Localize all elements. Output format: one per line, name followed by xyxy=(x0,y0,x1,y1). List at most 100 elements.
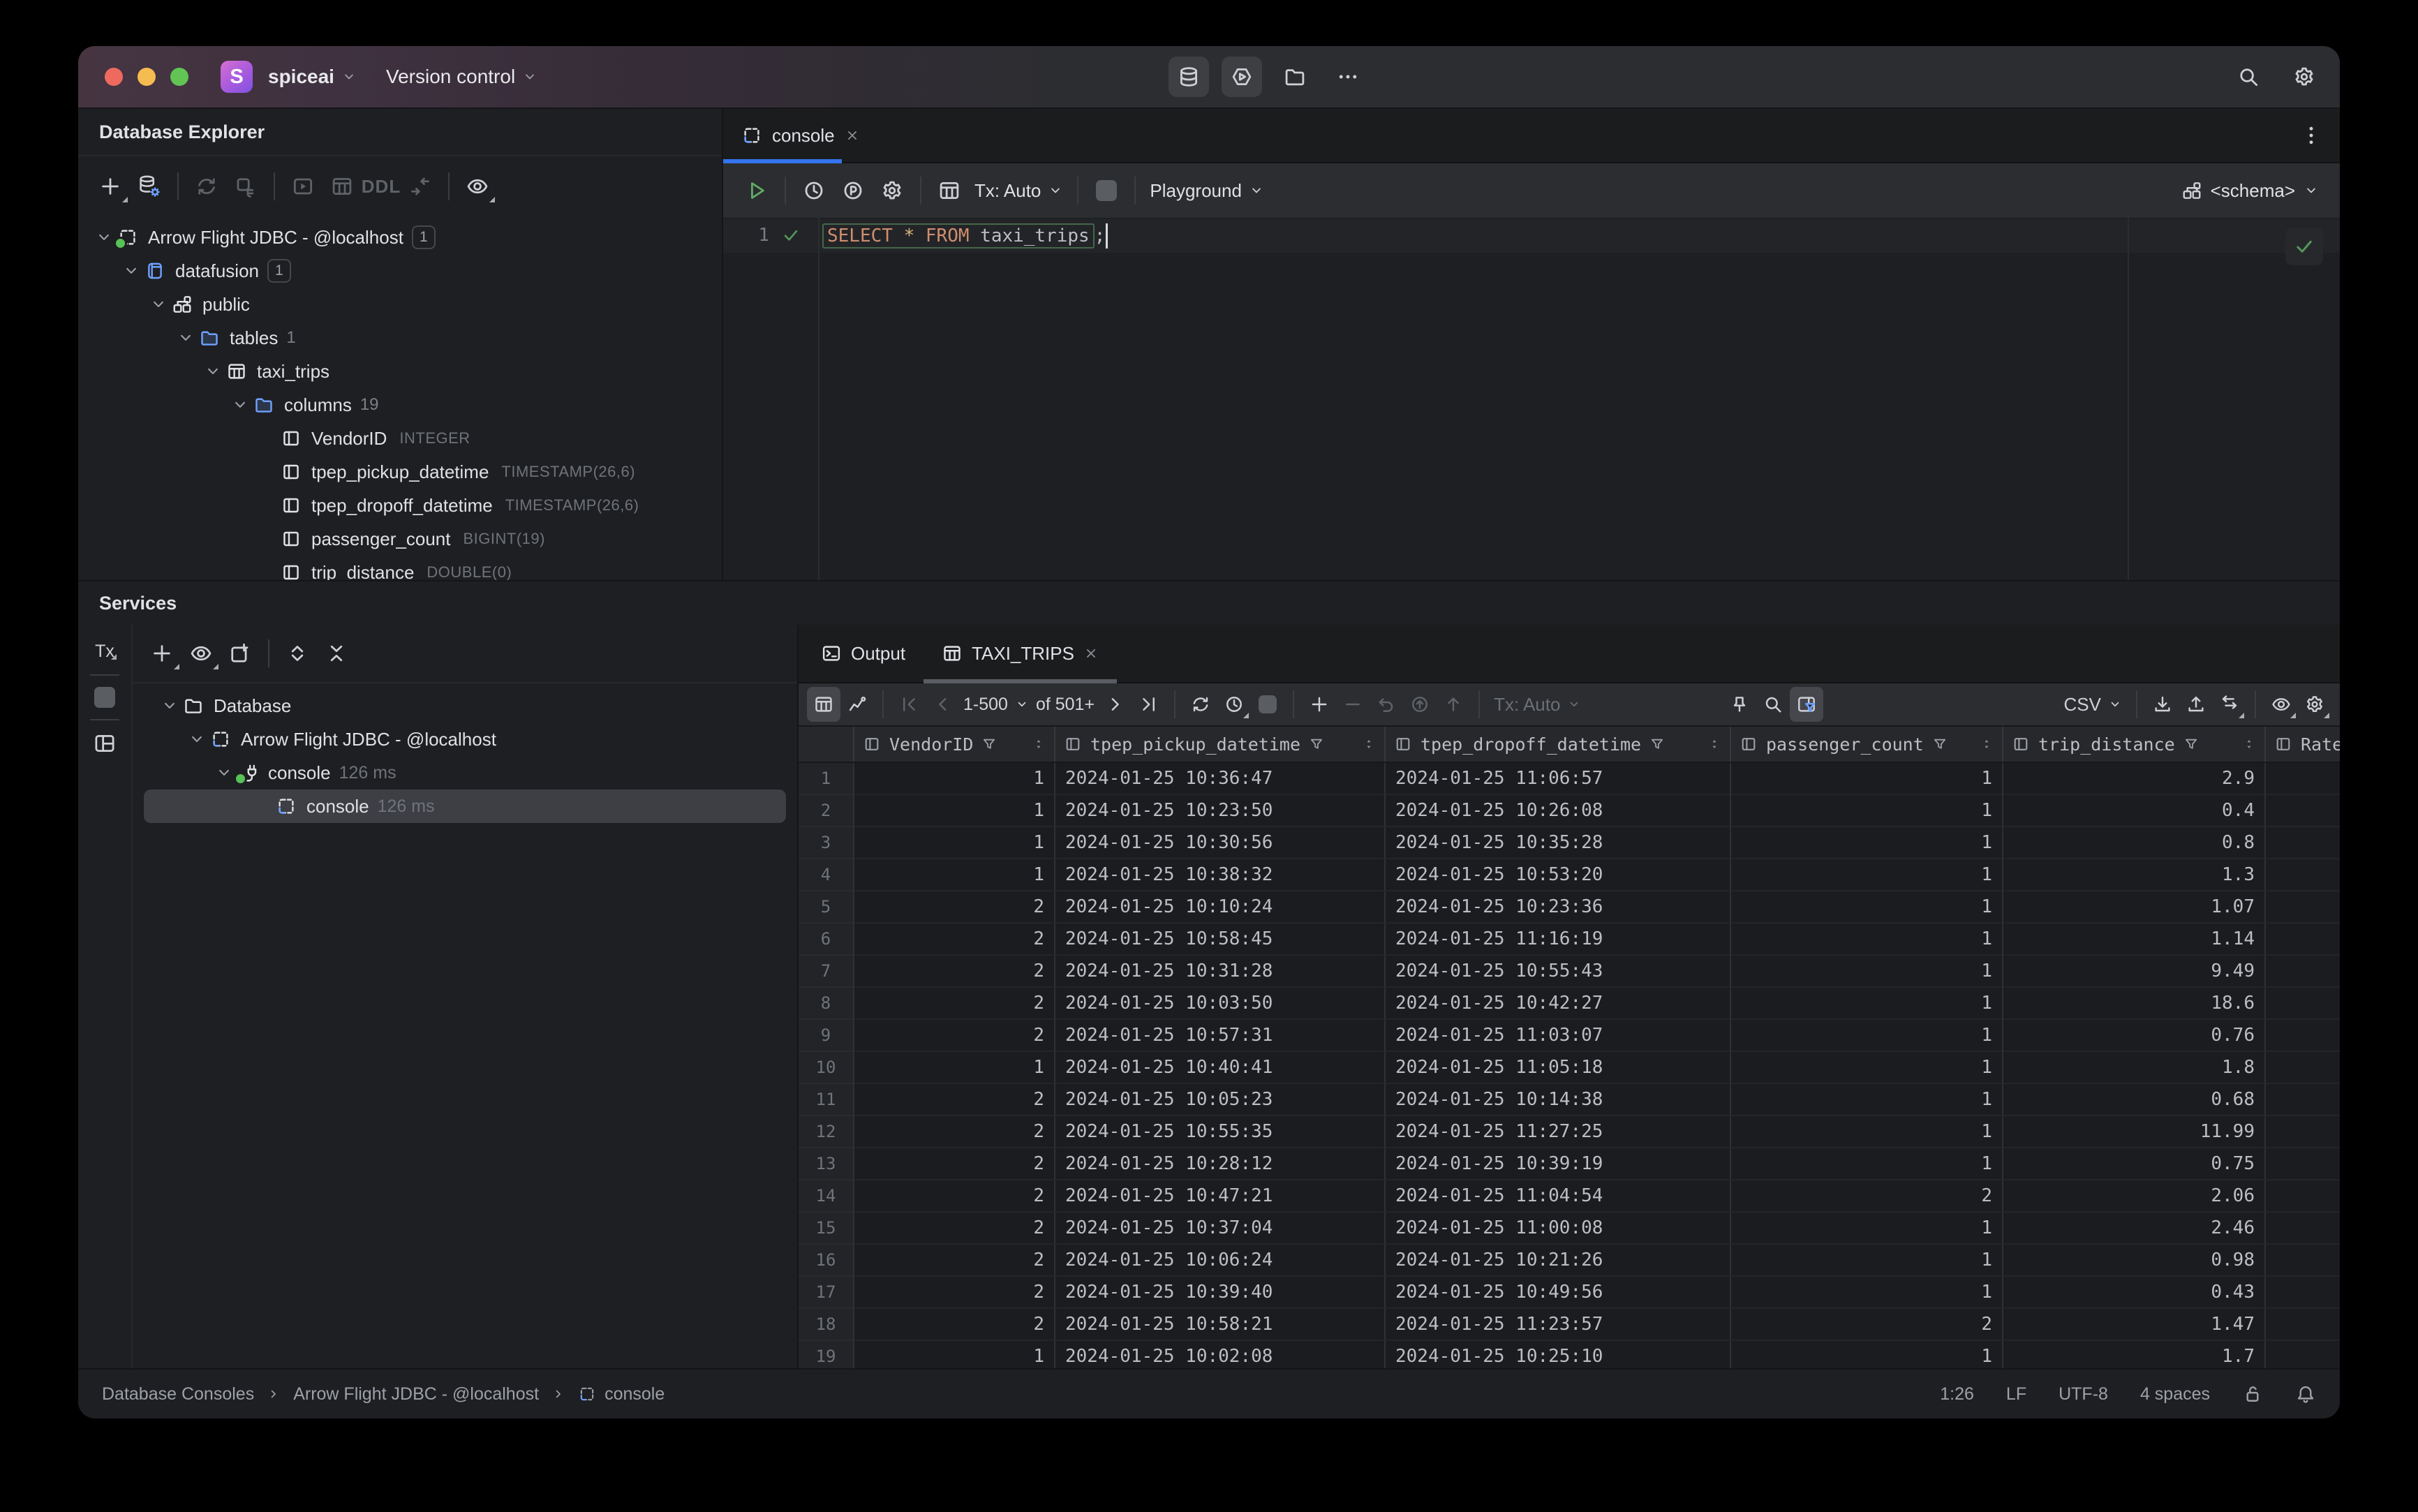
db-tree-item-tpep-pickup-datetime[interactable]: tpep_pickup_datetime TIMESTAMP(26,6) xyxy=(78,455,722,489)
db-tree-item-datafusion[interactable]: datafusion 1 xyxy=(78,254,722,288)
find-button[interactable] xyxy=(1756,687,1790,722)
cell-vendorid[interactable]: 1 xyxy=(854,763,1055,795)
cell-vendorid[interactable]: 1 xyxy=(854,859,1055,891)
cell-trip_distance[interactable]: 11.99 xyxy=(2003,1116,2266,1148)
cell-tpep_pickup_datetime[interactable]: 2024-01-25 10:57:31 xyxy=(1055,1020,1386,1052)
cell-tpep_dropoff_datetime[interactable]: 2024-01-25 11:06:57 xyxy=(1386,763,1731,795)
cell-rate[interactable] xyxy=(2266,924,2340,956)
cell-trip_distance[interactable]: 1.14 xyxy=(2003,924,2266,956)
collapse-all-button[interactable] xyxy=(317,634,356,673)
services-tree-item-database[interactable]: Database xyxy=(133,689,797,722)
import-button[interactable] xyxy=(2146,687,2179,722)
cell-tpep_pickup_datetime[interactable]: 2024-01-25 10:05:23 xyxy=(1055,1084,1386,1116)
cell-vendorid[interactable]: 1 xyxy=(854,827,1055,859)
filter-funnel-icon[interactable] xyxy=(1309,736,1324,752)
cell-vendorid[interactable]: 2 xyxy=(854,1148,1055,1180)
sort-icon[interactable] xyxy=(1707,737,1721,751)
cell-vendorid[interactable]: 2 xyxy=(854,1020,1055,1052)
cell-tpep_dropoff_datetime[interactable]: 2024-01-25 11:00:08 xyxy=(1386,1213,1731,1245)
chevron-down-icon[interactable] xyxy=(231,396,249,414)
column-header-tpep_dropoff_datetime[interactable]: tpep_dropoff_datetime xyxy=(1386,727,1731,762)
cell-trip_distance[interactable]: 2.46 xyxy=(2003,1213,2266,1245)
cell-tpep_dropoff_datetime[interactable]: 2024-01-25 10:25:10 xyxy=(1386,1341,1731,1368)
row-number[interactable]: 2 xyxy=(799,795,854,827)
previous-page-button[interactable] xyxy=(926,687,959,722)
cell-rate[interactable] xyxy=(2266,1084,2340,1116)
cell-tpep_pickup_datetime[interactable]: 2024-01-25 10:58:45 xyxy=(1055,924,1386,956)
db-tree-item-tables[interactable]: tables 1 xyxy=(78,321,722,355)
cell-vendorid[interactable]: 2 xyxy=(854,1213,1055,1245)
disconnect-button[interactable] xyxy=(226,167,265,206)
delete-row-button[interactable] xyxy=(1336,687,1370,722)
cell-vendorid[interactable]: 2 xyxy=(854,988,1055,1020)
project-files-button[interactable] xyxy=(1275,57,1315,97)
cell-tpep_pickup_datetime[interactable]: 2024-01-25 10:23:50 xyxy=(1055,795,1386,827)
search-icon[interactable] xyxy=(2237,65,2260,89)
playground-select[interactable]: Playground xyxy=(1144,180,1270,202)
row-number[interactable]: 14 xyxy=(799,1180,854,1213)
minimize-window-button[interactable] xyxy=(138,68,156,86)
grid-settings-button[interactable] xyxy=(2298,687,2331,722)
cell-rate[interactable] xyxy=(2266,1020,2340,1052)
cell-tpep_dropoff_datetime[interactable]: 2024-01-25 10:26:08 xyxy=(1386,795,1731,827)
cell-tpep_dropoff_datetime[interactable]: 2024-01-25 10:55:43 xyxy=(1386,956,1731,988)
chevron-down-icon[interactable] xyxy=(215,764,233,782)
cell-passenger_count[interactable]: 1 xyxy=(1731,1052,2003,1084)
browse-data-button[interactable] xyxy=(930,171,969,210)
row-number[interactable]: 15 xyxy=(799,1213,854,1245)
cell-passenger_count[interactable]: 1 xyxy=(1731,1084,2003,1116)
cell-rate[interactable] xyxy=(2266,1052,2340,1084)
vcs-menu[interactable]: Version control xyxy=(386,66,537,88)
cell-vendorid[interactable]: 2 xyxy=(854,1180,1055,1213)
cell-tpep_dropoff_datetime[interactable]: 2024-01-25 11:03:07 xyxy=(1386,1020,1731,1052)
schema-select[interactable]: <schema> xyxy=(2181,180,2326,202)
cell-rate[interactable] xyxy=(2266,956,2340,988)
row-number[interactable]: 4 xyxy=(799,859,854,891)
chevron-down-icon[interactable] xyxy=(188,730,206,748)
row-number[interactable]: 3 xyxy=(799,827,854,859)
cell-rate[interactable] xyxy=(2266,827,2340,859)
cell-trip_distance[interactable]: 0.75 xyxy=(2003,1148,2266,1180)
cell-passenger_count[interactable]: 1 xyxy=(1731,795,2003,827)
chevron-down-icon[interactable] xyxy=(95,228,113,246)
cell-passenger_count[interactable]: 1 xyxy=(1731,988,2003,1020)
view-options-button[interactable] xyxy=(458,167,497,206)
project-menu[interactable]: spiceai xyxy=(268,66,357,88)
add-row-button[interactable] xyxy=(1303,687,1336,722)
cell-passenger_count[interactable]: 1 xyxy=(1731,956,2003,988)
open-in-new-tab-button[interactable] xyxy=(221,634,260,673)
inspection-status-widget[interactable] xyxy=(2285,228,2323,265)
cell-passenger_count[interactable]: 1 xyxy=(1731,1341,2003,1368)
cell-tpep_pickup_datetime[interactable]: 2024-01-25 10:06:24 xyxy=(1055,1245,1386,1277)
close-icon[interactable] xyxy=(845,128,860,143)
row-number[interactable]: 8 xyxy=(799,988,854,1020)
lock-open-icon[interactable] xyxy=(2242,1384,2263,1404)
cell-trip_distance[interactable]: 18.6 xyxy=(2003,988,2266,1020)
history-button[interactable] xyxy=(794,171,833,210)
tx-mode-select[interactable]: Tx: Auto xyxy=(969,180,1069,202)
cell-vendorid[interactable]: 2 xyxy=(854,1277,1055,1309)
cell-passenger_count[interactable]: 1 xyxy=(1731,763,2003,795)
cell-tpep_pickup_datetime[interactable]: 2024-01-25 10:39:40 xyxy=(1055,1277,1386,1309)
submit-button[interactable] xyxy=(1403,687,1437,722)
cell-vendorid[interactable]: 2 xyxy=(854,956,1055,988)
chevron-down-icon[interactable] xyxy=(204,362,222,380)
chevron-down-icon[interactable] xyxy=(177,329,195,347)
page-range-select[interactable]: 1-500 of 501+ xyxy=(959,695,1099,715)
cell-tpep_dropoff_datetime[interactable]: 2024-01-25 10:23:36 xyxy=(1386,891,1731,924)
notifications-bell-icon[interactable] xyxy=(2295,1384,2316,1404)
sort-icon[interactable] xyxy=(1032,737,1046,751)
cell-trip_distance[interactable]: 0.98 xyxy=(2003,1245,2266,1277)
cell-tpep_dropoff_datetime[interactable]: 2024-01-25 10:14:38 xyxy=(1386,1084,1731,1116)
cell-trip_distance[interactable]: 2.9 xyxy=(2003,763,2266,795)
cell-passenger_count[interactable]: 1 xyxy=(1731,1020,2003,1052)
cell-rate[interactable] xyxy=(2266,891,2340,924)
row-number[interactable]: 16 xyxy=(799,1245,854,1277)
open-table-button[interactable] xyxy=(322,167,362,206)
cell-passenger_count[interactable]: 1 xyxy=(1731,1213,2003,1245)
filter-panel-button[interactable] xyxy=(1790,687,1824,722)
cell-trip_distance[interactable]: 0.4 xyxy=(2003,795,2266,827)
cell-tpep_pickup_datetime[interactable]: 2024-01-25 10:28:12 xyxy=(1055,1148,1386,1180)
cell-rate[interactable] xyxy=(2266,763,2340,795)
cell-tpep_dropoff_datetime[interactable]: 2024-01-25 11:27:25 xyxy=(1386,1116,1731,1148)
